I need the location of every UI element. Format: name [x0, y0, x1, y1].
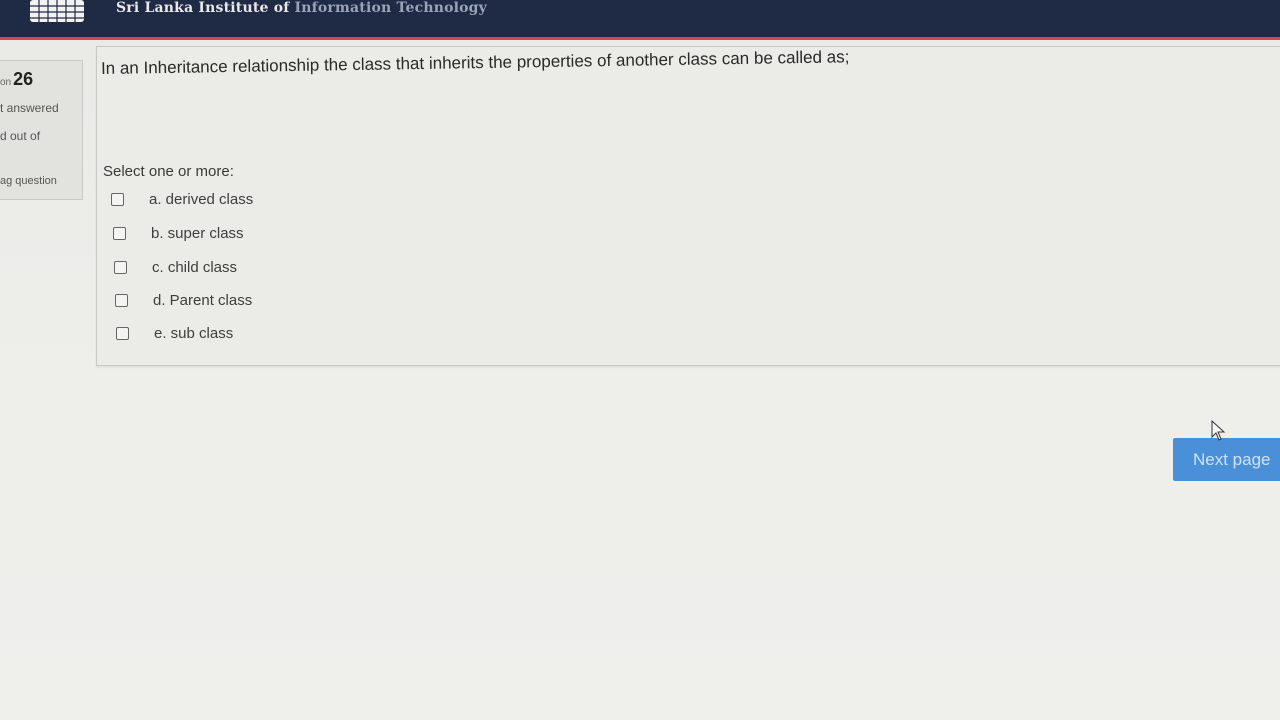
- question-info-panel: on 26 t answered d out of ag question: [0, 60, 83, 200]
- option-c-checkbox[interactable]: [114, 261, 127, 274]
- option-e-label[interactable]: e. sub class: [154, 325, 233, 342]
- option-a-checkbox[interactable]: [111, 193, 124, 206]
- option-c-label[interactable]: c. child class: [152, 259, 237, 276]
- header-accent-line: [0, 37, 1280, 40]
- option-a-label[interactable]: a. derived class: [149, 191, 253, 208]
- option-d-checkbox[interactable]: [115, 294, 128, 307]
- site-header: Sri Lanka Institute of Information Techn…: [0, 0, 1280, 40]
- globe-logo-icon: [30, 0, 84, 22]
- institute-name: Sri Lanka Institute of Information Techn…: [116, 0, 487, 16]
- option-d-label[interactable]: d. Parent class: [153, 292, 252, 309]
- mouse-pointer-icon: [1211, 420, 1226, 441]
- option-b-checkbox[interactable]: [113, 227, 126, 240]
- question-content: In an Inheritance relationship the class…: [96, 46, 1280, 366]
- option-b-label[interactable]: b. super class: [151, 225, 244, 242]
- flag-question-link[interactable]: ag question: [0, 175, 57, 187]
- question-text: In an Inheritance relationship the class…: [100, 47, 850, 78]
- question-state: t answered: [0, 101, 59, 115]
- next-page-button[interactable]: Next page: [1173, 438, 1280, 481]
- option-e-checkbox[interactable]: [116, 327, 129, 340]
- answer-prompt: Select one or more:: [103, 163, 234, 180]
- question-number: on 26: [0, 69, 34, 89]
- question-mark: d out of: [0, 129, 41, 143]
